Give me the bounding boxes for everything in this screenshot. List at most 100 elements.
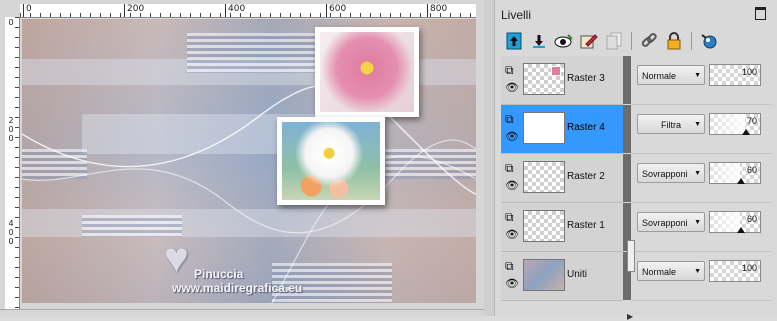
- layer-item[interactable]: ⧉ 👁 Raster 1: [501, 203, 623, 252]
- maximize-icon[interactable]: [755, 7, 766, 20]
- ruler-label: 0: [26, 4, 32, 14]
- watermark-site: www.maidiregrafica.eu: [172, 281, 303, 295]
- mask-icon[interactable]: [698, 30, 720, 52]
- blend-mode-value: Normale: [642, 267, 677, 277]
- horizontal-ruler: 0 200 400 600 800: [20, 4, 476, 18]
- layer-item[interactable]: ⧉ 👁 Raster 2: [501, 154, 623, 203]
- opacity-value: 60: [746, 214, 757, 224]
- blend-mode-value: Normale: [642, 71, 677, 81]
- duplicate-icon[interactable]: [603, 30, 625, 52]
- eye-icon[interactable]: 👁: [505, 180, 519, 192]
- opacity-slider[interactable]: 60: [709, 211, 761, 233]
- opacity-value: 100: [741, 263, 757, 273]
- layer-row[interactable]: ⧉ 👁 Raster 4 Filtra ▼ 70: [501, 105, 772, 154]
- opacity-fill: [710, 114, 745, 134]
- link-icon[interactable]: [638, 30, 660, 52]
- layer-properties: Filtra ▼ 70: [631, 105, 772, 154]
- raster-layer-icon: ⧉: [505, 112, 514, 126]
- raster-layer-icon: ⧉: [505, 161, 514, 175]
- blend-mode-select[interactable]: Normale ▼: [637, 65, 705, 85]
- blend-mode-value: Sovrapponi: [642, 218, 688, 228]
- ruler-label: 0: [8, 125, 14, 134]
- opacity-slider[interactable]: 100: [709, 260, 761, 282]
- opacity-value: 60: [746, 165, 757, 175]
- ruler-label: 600: [329, 4, 347, 14]
- layer-properties: Sovrapponi ▼ 60: [631, 154, 772, 203]
- ruler-label: 800: [430, 4, 448, 14]
- layers-list: ⧉ 👁 Raster 3 Normale ▼ 100 ⧉ 👁 Raster 4 F…: [501, 56, 772, 321]
- canvas-window: 0 200 400 600 800 0 2 0 0 4 0 0 ♥ Pinucc…: [0, 0, 484, 317]
- watermark: ♥ Pinuccia www.maidiregrafica.eu: [142, 235, 362, 299]
- visibility-toggle-icon[interactable]: [553, 30, 575, 52]
- layer-properties: Normale ▼ 100: [631, 252, 772, 301]
- eye-icon[interactable]: 👁: [505, 278, 519, 290]
- layer-row[interactable]: ⧉ 👁 Raster 1 Sovrapponi ▼ 60: [501, 203, 772, 252]
- toolbar-divider: [631, 32, 632, 50]
- eye-icon[interactable]: 👁: [505, 82, 519, 94]
- layers-toolbar: [503, 30, 720, 52]
- opacity-value: 100: [741, 67, 757, 77]
- eye-icon[interactable]: 👁: [505, 229, 519, 241]
- ruler-tick: [427, 4, 428, 17]
- opacity-slider[interactable]: 60: [709, 162, 761, 184]
- panel-title: Livelli: [501, 8, 532, 22]
- edit-icon[interactable]: [578, 30, 600, 52]
- layer-thumbnail: [523, 63, 565, 95]
- opacity-fill: [710, 212, 740, 232]
- ruler-tick: [23, 4, 24, 17]
- opacity-caret-icon[interactable]: [737, 178, 745, 184]
- expand-arrow-icon[interactable]: ▶: [627, 312, 633, 321]
- opacity-caret-icon[interactable]: [742, 129, 750, 135]
- workspace-separator: [484, 0, 494, 316]
- move-layer-up-icon[interactable]: [503, 30, 525, 52]
- layer-properties: Normale ▼ 100: [631, 56, 772, 105]
- raster-layer-icon: ⧉: [505, 210, 514, 224]
- ruler-label: 0: [8, 18, 14, 27]
- layer-divider: [623, 105, 631, 153]
- layer-thumbnail: [523, 259, 565, 291]
- move-layer-down-icon[interactable]: [528, 30, 550, 52]
- layer-row[interactable]: ⧉ 👁 Raster 3 Normale ▼ 100: [501, 56, 772, 105]
- layer-name: Uniti: [567, 269, 588, 280]
- opacity-slider[interactable]: 70: [709, 113, 761, 135]
- layer-thumbnail: [523, 210, 565, 242]
- layer-item-selected[interactable]: ⧉ 👁 Raster 4: [501, 105, 623, 154]
- layer-thumbnail: [523, 161, 565, 193]
- ruler-tick: [326, 4, 327, 17]
- toolbar-divider: [691, 32, 692, 50]
- pink-flower-image: [320, 32, 414, 112]
- layer-divider: [623, 154, 631, 202]
- raster-layer-icon: ⧉: [505, 63, 514, 77]
- layer-thumbnail: [523, 112, 565, 144]
- opacity-slider[interactable]: 100: [709, 64, 761, 86]
- layer-item[interactable]: ⧉ 👁 Raster 3: [501, 56, 623, 105]
- layer-name: Raster 2: [567, 171, 605, 182]
- ruler-tick: [124, 4, 125, 17]
- layer-name: Raster 1: [567, 220, 605, 231]
- dropdown-arrow-icon: ▼: [694, 268, 701, 275]
- layer-row[interactable]: ⧉ 👁 Uniti Normale ▼ 100: [501, 252, 772, 301]
- image-canvas[interactable]: ♥ Pinuccia www.maidiregrafica.eu: [22, 19, 476, 303]
- layer-name: Raster 4: [567, 122, 605, 133]
- blend-mode-select[interactable]: Normale ▼: [637, 261, 705, 281]
- opacity-caret-icon[interactable]: [737, 227, 745, 233]
- blend-mode-select[interactable]: Filtra ▼: [637, 114, 705, 134]
- white-flower-image: [282, 122, 380, 200]
- eye-icon[interactable]: 👁: [505, 131, 519, 143]
- ruler-label: 200: [127, 4, 145, 14]
- blend-mode-select[interactable]: Sovrapponi ▼: [637, 212, 705, 232]
- ruler-label: 0: [8, 228, 14, 237]
- thumbnail-content: [551, 66, 561, 76]
- lock-icon[interactable]: [663, 30, 685, 52]
- layer-row[interactable]: ⧉ 👁 Raster 2 Sovrapponi ▼ 60: [501, 154, 772, 203]
- ruler-label: 0: [8, 237, 14, 246]
- dropdown-arrow-icon: ▼: [694, 121, 701, 128]
- raster-layer-icon: ⧉: [505, 259, 514, 273]
- blend-mode-select[interactable]: Sovrapponi ▼: [637, 163, 705, 183]
- blend-mode-value: Sovrapponi: [642, 169, 688, 179]
- dropdown-arrow-icon: ▼: [694, 72, 701, 79]
- ruler-tick: [225, 4, 226, 17]
- flower-photo-pink: [315, 27, 419, 117]
- layer-item[interactable]: ⧉ 👁 Uniti: [501, 252, 623, 301]
- list-splitter-handle[interactable]: [627, 240, 635, 272]
